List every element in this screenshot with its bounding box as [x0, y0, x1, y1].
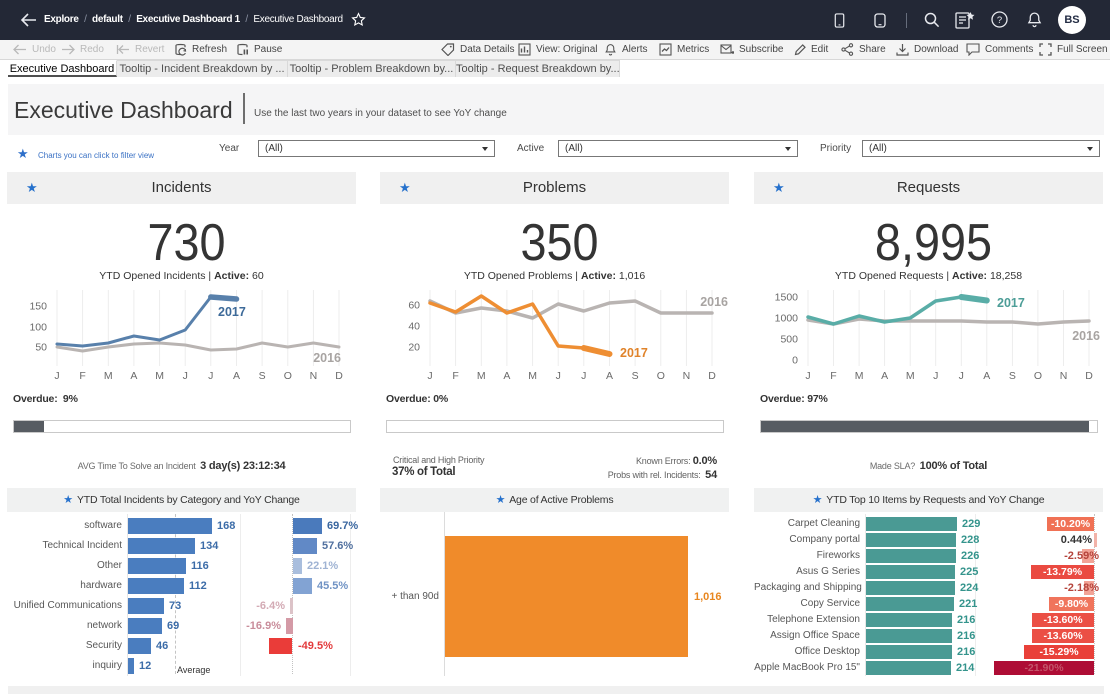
svg-text:D: D — [335, 370, 343, 382]
svg-text:F: F — [452, 370, 458, 382]
svg-text:J: J — [933, 370, 938, 382]
svg-text:2016: 2016 — [1072, 329, 1100, 343]
svg-text:N: N — [310, 370, 318, 382]
svg-text:O: O — [284, 370, 292, 382]
svg-text:O: O — [657, 370, 665, 382]
svg-text:N: N — [683, 370, 691, 382]
svg-text:J: J — [208, 370, 213, 382]
svg-text:M: M — [906, 370, 915, 382]
svg-text:D: D — [1085, 370, 1093, 382]
svg-text:J: J — [581, 370, 586, 382]
svg-text:2017: 2017 — [218, 305, 246, 319]
svg-text:N: N — [1060, 370, 1068, 382]
svg-text:2016: 2016 — [313, 351, 341, 365]
svg-text:F: F — [79, 370, 85, 382]
svg-text:M: M — [104, 370, 113, 382]
svg-text:150: 150 — [29, 301, 47, 313]
svg-text:2016: 2016 — [700, 295, 728, 309]
svg-text:J: J — [427, 370, 432, 382]
svg-text:40: 40 — [408, 321, 420, 333]
svg-text:J: J — [556, 370, 561, 382]
svg-text:500: 500 — [780, 334, 798, 346]
svg-text:A: A — [233, 370, 240, 382]
svg-text:A: A — [881, 370, 888, 382]
svg-text:M: M — [528, 370, 537, 382]
svg-text:J: J — [805, 370, 810, 382]
svg-text:M: M — [477, 370, 486, 382]
svg-text:2017: 2017 — [997, 296, 1025, 310]
svg-text:A: A — [983, 370, 990, 382]
svg-text:S: S — [259, 370, 266, 382]
svg-text:J: J — [183, 370, 188, 382]
svg-text:M: M — [155, 370, 164, 382]
svg-text:A: A — [503, 370, 510, 382]
svg-text:20: 20 — [408, 342, 420, 354]
svg-text:S: S — [632, 370, 639, 382]
svg-text:?: ? — [997, 15, 1002, 26]
svg-text:D: D — [708, 370, 716, 382]
svg-text:50: 50 — [35, 342, 47, 354]
svg-text:O: O — [1034, 370, 1042, 382]
svg-text:F: F — [830, 370, 836, 382]
svg-text:1500: 1500 — [775, 292, 799, 304]
svg-text:A: A — [606, 370, 613, 382]
svg-text:0: 0 — [792, 355, 798, 367]
svg-text:2017: 2017 — [620, 346, 648, 360]
svg-text:J: J — [959, 370, 964, 382]
svg-text:A: A — [130, 370, 137, 382]
svg-text:60: 60 — [408, 300, 420, 312]
svg-text:J: J — [54, 370, 59, 382]
svg-text:M: M — [855, 370, 864, 382]
svg-text:1000: 1000 — [775, 313, 799, 325]
svg-text:100: 100 — [29, 322, 47, 334]
svg-text:S: S — [1009, 370, 1016, 382]
